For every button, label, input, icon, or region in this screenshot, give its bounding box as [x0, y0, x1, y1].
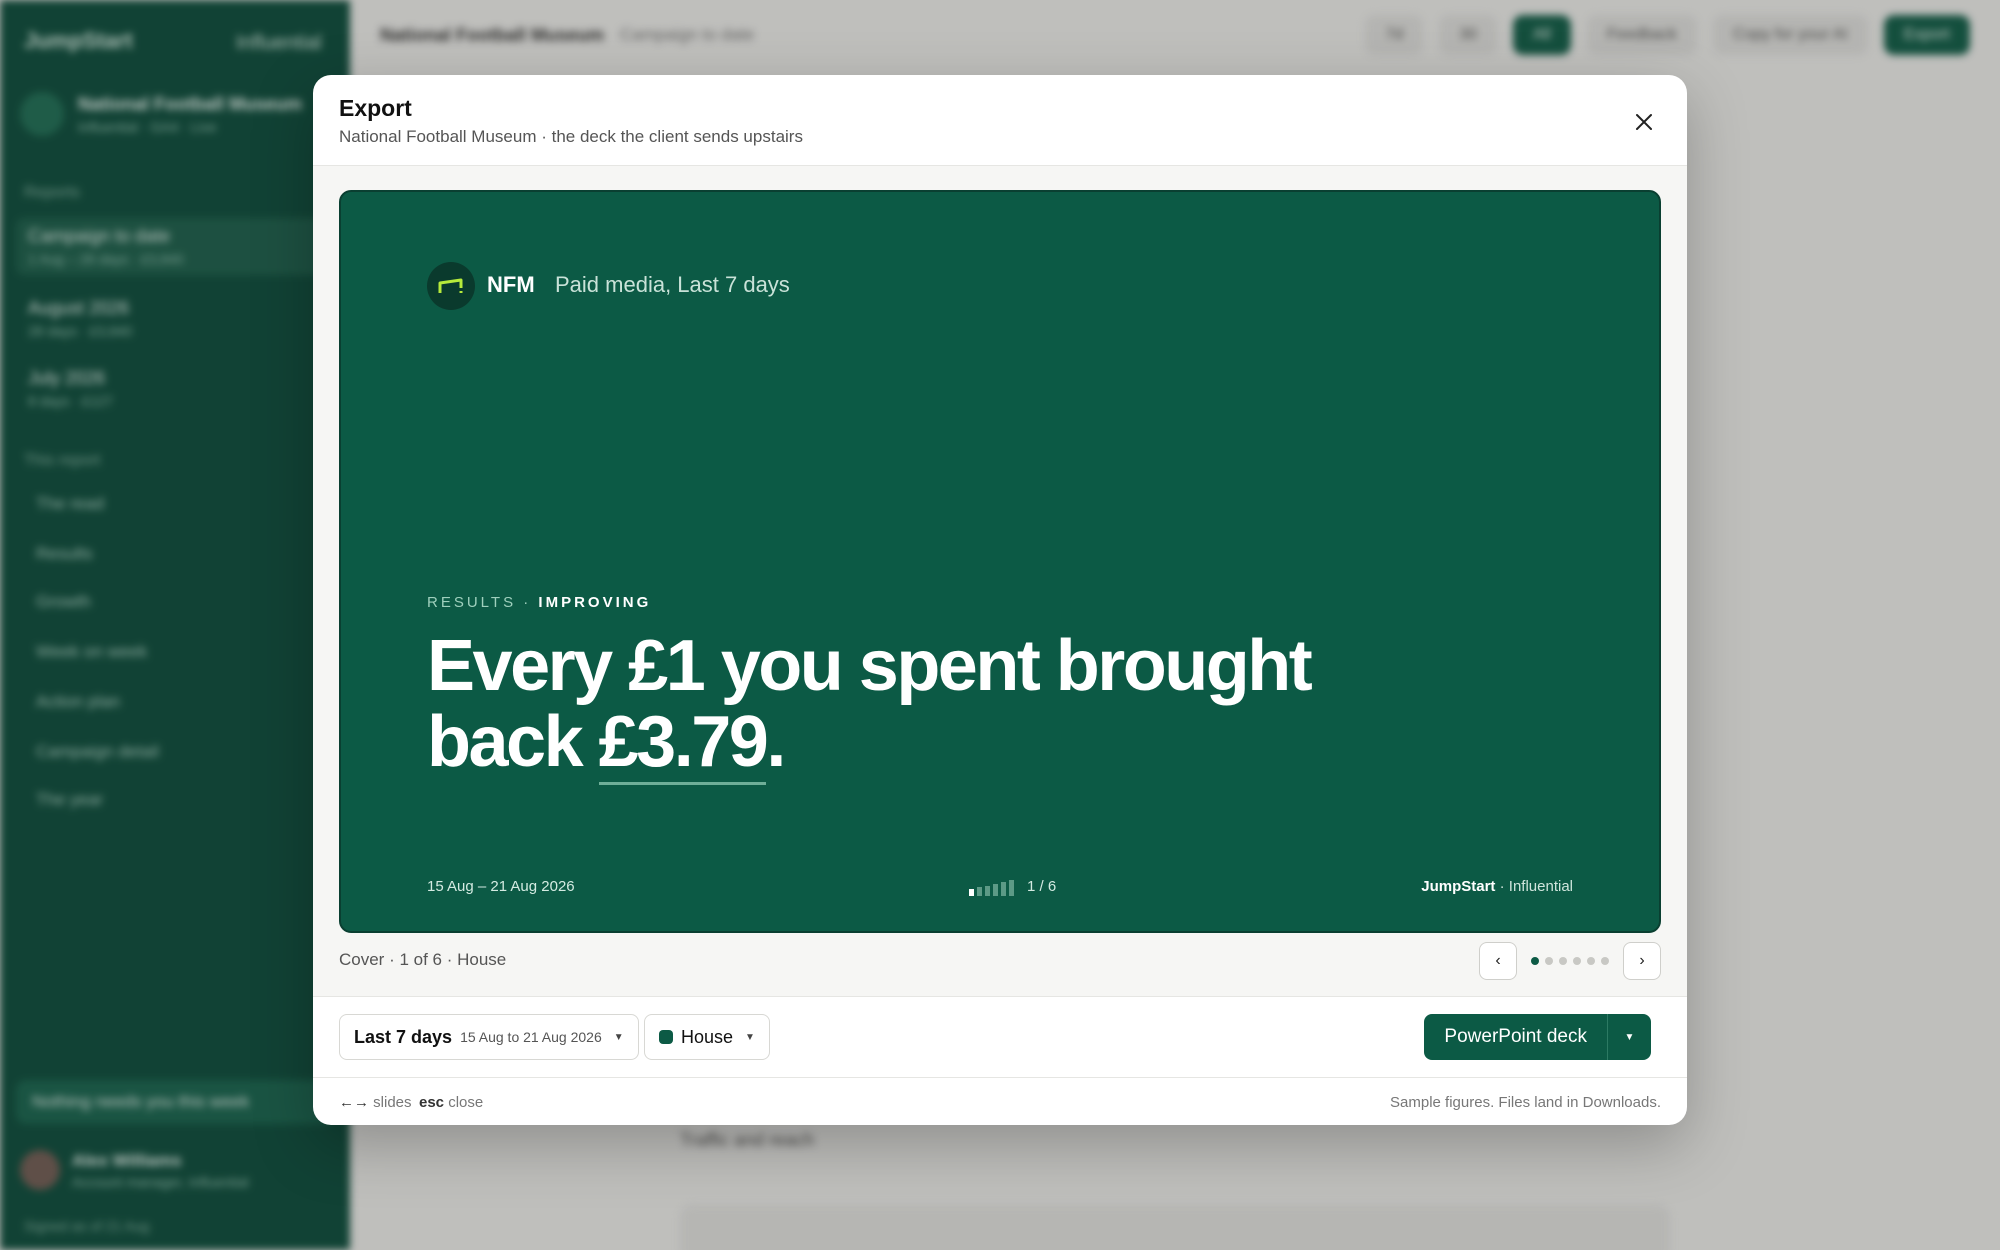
export-format-dropdown[interactable]: ▼ — [1607, 1014, 1651, 1060]
progress-bar-segment — [969, 889, 974, 896]
pager-dot[interactable] — [1573, 957, 1581, 965]
footer-note: Sample figures. Files land in Downloads. — [1390, 1094, 1661, 1111]
chevron-down-icon: ▼ — [1624, 1031, 1635, 1043]
theme-select[interactable]: House ▼ — [644, 1014, 770, 1060]
esc-label: close — [448, 1094, 484, 1111]
progress-bar-segment — [1009, 880, 1014, 896]
export-dialog: Export National Football Museum · the de… — [313, 75, 1687, 1125]
progress-bar-segment — [993, 883, 998, 896]
headline-text: Every £1 you spent brought back — [427, 626, 1313, 782]
pager-dot[interactable] — [1601, 957, 1609, 965]
theme-label: House — [681, 1026, 734, 1047]
esc-key: esc — [419, 1094, 445, 1111]
next-slide-button[interactable]: › — [1623, 942, 1661, 980]
slide-preview: NFM Paid media, Last 7 days RESULTS · IM… — [339, 190, 1661, 933]
pager-dot[interactable] — [1587, 957, 1595, 965]
kicker-status: IMPROVING — [538, 594, 652, 611]
slide-org: NFM — [487, 272, 535, 297]
slide-progress-indicator — [969, 880, 1014, 896]
pager-dots — [1527, 957, 1613, 965]
slide-page-number: 1 / 6 — [1027, 878, 1057, 895]
slide-pager: ‹ › — [1479, 942, 1661, 980]
theme-swatch — [659, 1030, 673, 1044]
kicker-label: RESULTS · — [427, 594, 532, 611]
pager-dot[interactable] — [1559, 957, 1567, 965]
slide-subtitle: Paid media, Last 7 days — [555, 272, 790, 297]
dialog-title: Export — [339, 95, 412, 121]
headline-value: £3.79 — [598, 702, 769, 785]
period-select[interactable]: Last 7 days 15 Aug to 21 Aug 2026 ▼ — [339, 1014, 639, 1060]
slide-dates: 15 Aug – 21 Aug 2026 — [427, 878, 575, 895]
dialog-subtitle: National Football Museum · the deck the … — [339, 127, 803, 146]
period-label: Last 7 days — [354, 1026, 453, 1047]
chevron-down-icon: ▼ — [613, 1031, 624, 1043]
nfm-logo-icon — [427, 262, 475, 310]
pager-dot[interactable] — [1531, 957, 1539, 965]
dialog-footer: ←→ slides esc close Sample figures. File… — [313, 1078, 1687, 1125]
credit-partner: Influential — [1508, 878, 1573, 895]
slide-headline: Every £1 you spent brought back £3.79. — [427, 626, 1327, 785]
slide-kicker: RESULTS · IMPROVING — [427, 594, 651, 611]
export-split-button: PowerPoint deck ▼ — [1424, 1014, 1651, 1060]
keyboard-hint-slides: ←→ slides — [339, 1094, 412, 1111]
credit-separator: · — [1495, 878, 1509, 895]
keyboard-hint-close: esc close — [419, 1094, 483, 1111]
prev-slide-button[interactable]: ‹ — [1479, 942, 1517, 980]
period-range: 15 Aug to 21 Aug 2026 — [460, 1029, 602, 1045]
progress-bar-segment — [985, 885, 990, 896]
export-controls: Last 7 days 15 Aug to 21 Aug 2026 ▼ Hous… — [313, 996, 1687, 1078]
headline-end: . — [766, 702, 786, 782]
export-powerpoint-button[interactable]: PowerPoint deck — [1424, 1014, 1607, 1060]
chevron-down-icon: ▼ — [745, 1031, 755, 1043]
pager-dot[interactable] — [1545, 957, 1553, 965]
arrows-label: slides — [373, 1094, 412, 1111]
preview-area: NFM Paid media, Last 7 days RESULTS · IM… — [313, 166, 1687, 996]
close-icon — [1636, 114, 1652, 130]
arrows-key: ←→ — [339, 1094, 369, 1111]
slide-caption: Cover · 1 of 6 · House — [339, 950, 507, 969]
dialog-header: Export National Football Museum · the de… — [313, 75, 1687, 166]
credit-brand: JumpStart — [1421, 878, 1496, 895]
close-button[interactable] — [1627, 105, 1661, 139]
progress-bar-segment — [977, 887, 982, 896]
slide-credit: JumpStart · Influential — [1421, 878, 1573, 895]
progress-bar-segment — [1001, 882, 1006, 896]
